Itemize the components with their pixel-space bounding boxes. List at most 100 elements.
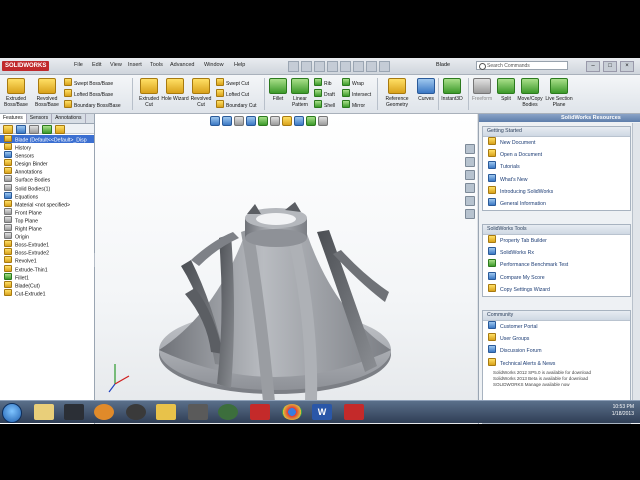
- feature-tree-item[interactable]: Blade(Cut): [0, 280, 94, 289]
- mirror-button[interactable]: Mirror: [342, 100, 365, 110]
- custom-properties-tab-icon[interactable]: [465, 209, 475, 219]
- menu-advanced[interactable]: Advanced: [170, 62, 194, 68]
- revolved-boss-button[interactable]: Revolved Boss/Base: [33, 78, 61, 108]
- feature-tree-item[interactable]: Cut-Extrude1: [0, 288, 94, 297]
- feature-tree-item[interactable]: Boss-Extrude2: [0, 248, 94, 257]
- system-clock[interactable]: 10:53 PM 1/18/2013: [612, 404, 634, 418]
- draft-button[interactable]: Draft: [314, 89, 335, 99]
- feature-tree-icon[interactable]: [3, 125, 13, 134]
- tab-annotations[interactable]: Annotations: [52, 114, 86, 123]
- tab-sensors[interactable]: Sensors: [27, 114, 53, 123]
- media-center-icon[interactable]: [64, 404, 84, 420]
- maximize-icon[interactable]: □: [603, 61, 617, 72]
- feature-tree-item[interactable]: Solid Bodies(1): [0, 183, 94, 192]
- open-document-link[interactable]: Open a Document: [483, 149, 630, 161]
- menu-window[interactable]: Window: [204, 62, 224, 68]
- curves-button[interactable]: Curves: [412, 78, 440, 102]
- rib-button[interactable]: Rib: [314, 78, 332, 88]
- close-icon[interactable]: ×: [620, 61, 634, 72]
- feature-tree-item[interactable]: Origin: [0, 232, 94, 241]
- tutorials-link[interactable]: Tutorials: [483, 161, 630, 173]
- design-library-tab-icon[interactable]: [465, 157, 475, 167]
- configuration-manager-icon[interactable]: [29, 125, 39, 134]
- view-palette-tab-icon[interactable]: [465, 183, 475, 193]
- reference-geometry-button[interactable]: Reference Geometry: [380, 78, 414, 108]
- solidworks-active-taskbar-icon[interactable]: [344, 404, 364, 420]
- file-icon[interactable]: [156, 404, 176, 420]
- live-section-plane-button[interactable]: Live Section Plane: [544, 78, 574, 108]
- save-icon[interactable]: [314, 61, 325, 72]
- compare-my-score-link[interactable]: Compare My Score: [483, 271, 630, 284]
- copy-settings-wizard-link[interactable]: Copy Settings Wizard: [483, 283, 630, 296]
- group-title[interactable]: Getting Started: [483, 127, 630, 137]
- media-player-icon[interactable]: [94, 404, 114, 420]
- graphics-viewport[interactable]: [95, 114, 477, 424]
- instant3d-button[interactable]: Instant3D: [438, 78, 466, 102]
- linear-pattern-button[interactable]: Linear Pattern: [286, 78, 314, 108]
- task-pane-scrollbar[interactable]: [632, 123, 640, 423]
- feature-tree-item[interactable]: History: [0, 143, 94, 152]
- swept-boss-button[interactable]: Swept Boss/Base: [64, 78, 113, 88]
- impeller-model[interactable]: [95, 114, 477, 424]
- display-manager-icon[interactable]: [55, 125, 65, 134]
- menu-file[interactable]: File: [74, 62, 83, 68]
- whats-new-link[interactable]: What's New: [483, 173, 630, 186]
- user-groups-link[interactable]: User Groups: [483, 333, 630, 345]
- property-tab-builder-link[interactable]: Property Tab Builder: [483, 235, 630, 247]
- hole-wizard-button[interactable]: Hole Wizard: [161, 78, 189, 102]
- menu-help[interactable]: Help: [234, 62, 245, 68]
- extruded-boss-button[interactable]: Extruded Boss/Base: [2, 78, 30, 108]
- feature-tree-item[interactable]: Revolve1: [0, 256, 94, 265]
- snipping-tool-icon[interactable]: [188, 404, 208, 420]
- new-document-link[interactable]: New Document: [483, 137, 630, 149]
- shell-button[interactable]: Shell: [314, 100, 335, 110]
- feature-tree-item[interactable]: Surface Bodies: [0, 175, 94, 184]
- resources-tab-icon[interactable]: [465, 144, 475, 154]
- new-icon[interactable]: [288, 61, 299, 72]
- lofted-boss-button[interactable]: Lofted Boss/Base: [64, 89, 113, 99]
- move-copy-bodies-button[interactable]: Move/Copy Bodies: [514, 78, 546, 108]
- menu-insert[interactable]: Insert: [128, 62, 142, 68]
- feature-tree-item[interactable]: Sensors: [0, 151, 94, 160]
- file-explorer-tab-icon[interactable]: [465, 170, 475, 180]
- solidworks-taskbar-icon[interactable]: [250, 404, 270, 420]
- options-icon[interactable]: [379, 61, 390, 72]
- camera-icon[interactable]: [126, 404, 146, 420]
- solidworks-logo[interactable]: SOLIDWORKS: [2, 61, 50, 71]
- revolved-cut-button[interactable]: Revolved Cut: [187, 78, 215, 108]
- menu-tools[interactable]: Tools: [150, 62, 163, 68]
- feature-tree-item[interactable]: Annotations: [0, 167, 94, 176]
- feature-tree-item[interactable]: Front Plane: [0, 207, 94, 216]
- rebuild-icon[interactable]: [366, 61, 377, 72]
- feature-tree-item[interactable]: Blade (Default<<Default>_Disp: [0, 135, 94, 144]
- extruded-cut-button[interactable]: Extruded Cut: [135, 78, 163, 108]
- menu-edit[interactable]: Edit: [92, 62, 101, 68]
- feature-tree-item[interactable]: Extrude-Thin1: [0, 264, 94, 273]
- group-title[interactable]: Community: [483, 311, 630, 321]
- boundary-cut-button[interactable]: Boundary Cut: [216, 100, 257, 110]
- feature-tree-item[interactable]: Right Plane: [0, 224, 94, 233]
- property-manager-icon[interactable]: [16, 125, 26, 134]
- search-input[interactable]: Search Commands: [476, 61, 568, 70]
- feature-tree-item[interactable]: Boss-Extrude1: [0, 240, 94, 249]
- introducing-solidworks-link[interactable]: Introducing SolidWorks: [483, 185, 630, 198]
- feature-tree-item[interactable]: Top Plane: [0, 215, 94, 224]
- discussion-forum-link[interactable]: Discussion Forum: [483, 345, 630, 357]
- word-icon[interactable]: W: [312, 404, 332, 420]
- undo-icon[interactable]: [340, 61, 351, 72]
- dimxpert-icon[interactable]: [42, 125, 52, 134]
- feature-tree-item[interactable]: Fillet1: [0, 272, 94, 281]
- feature-tree-item[interactable]: Equations: [0, 191, 94, 200]
- news-item[interactable]: SOLIDWORKS Manage available now: [483, 382, 630, 388]
- wrap-button[interactable]: Wrap: [342, 78, 364, 88]
- print-icon[interactable]: [327, 61, 338, 72]
- general-information-link[interactable]: General Information: [483, 197, 630, 210]
- solidworks-rx-link[interactable]: SolidWorks Rx: [483, 247, 630, 259]
- feature-tree-item[interactable]: Design Binder: [0, 159, 94, 168]
- screen-recorder-icon[interactable]: [218, 404, 238, 420]
- minimize-icon[interactable]: –: [586, 61, 600, 72]
- performance-benchmark-link[interactable]: Performance Benchmark Test: [483, 259, 630, 271]
- select-icon[interactable]: [353, 61, 364, 72]
- tab-features[interactable]: Features: [0, 114, 27, 123]
- boundary-boss-button[interactable]: Boundary Boss/Base: [64, 100, 121, 110]
